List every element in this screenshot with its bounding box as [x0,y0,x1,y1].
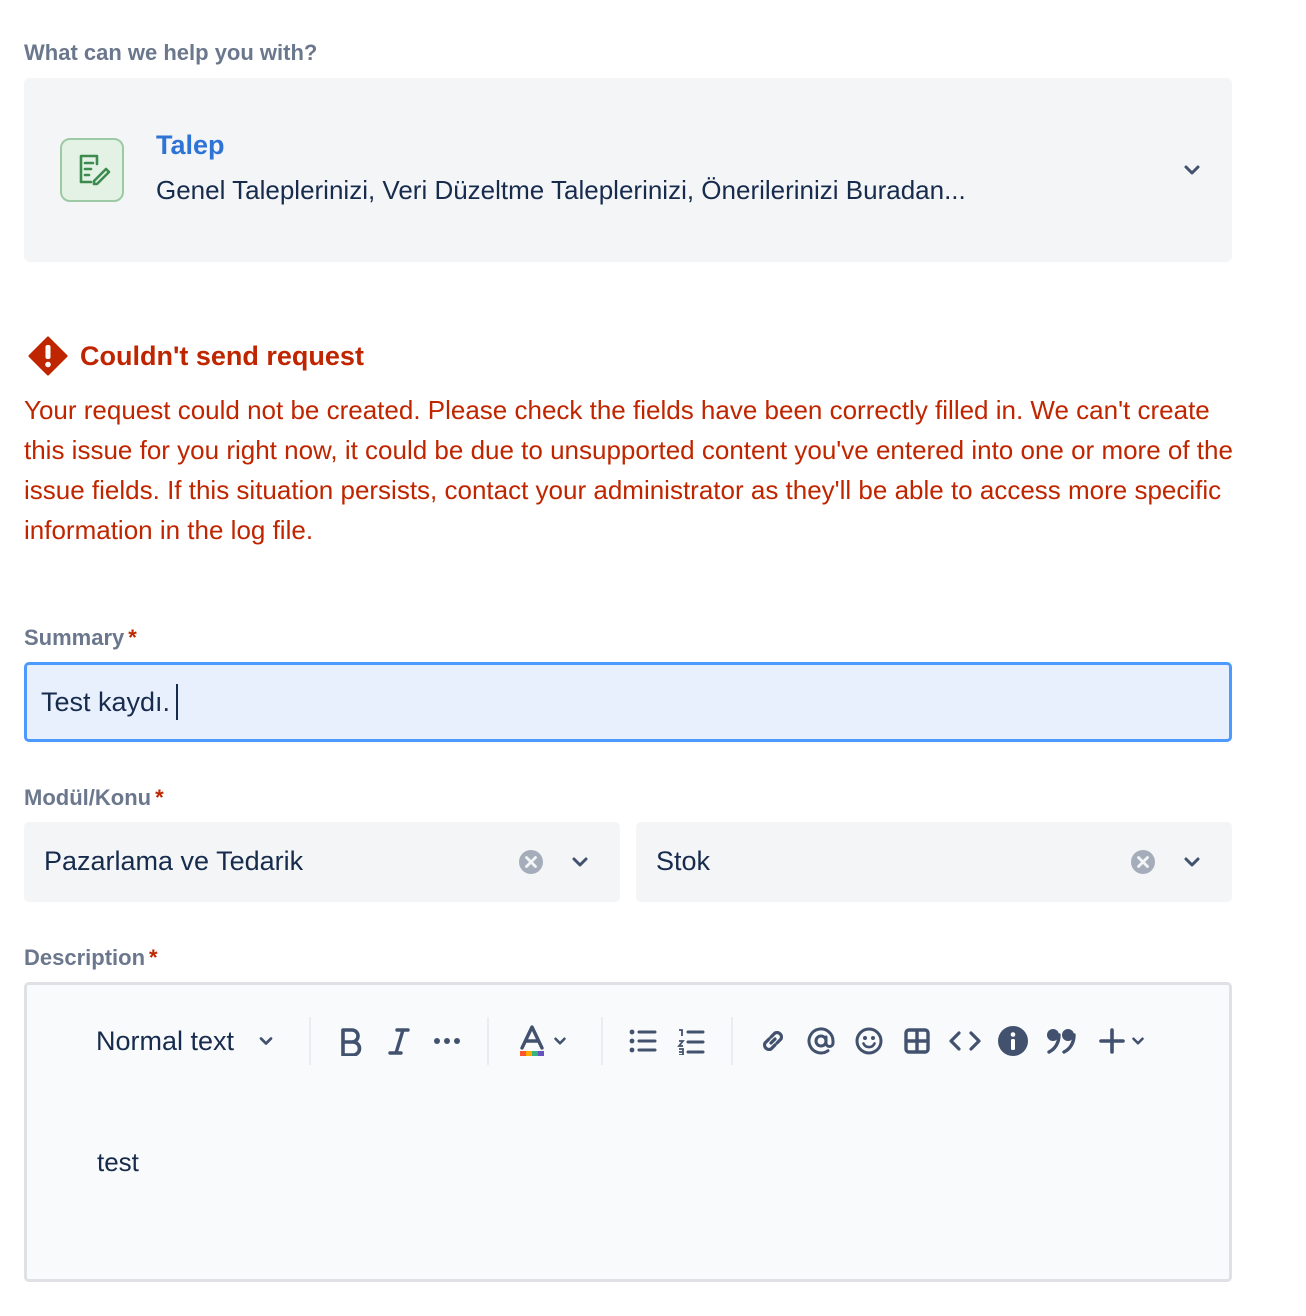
error-message: Your request could not be created. Pleas… [24,395,1233,545]
numbered-list-icon [677,1029,705,1055]
chevron-down-icon[interactable] [1180,158,1204,182]
text-style-label: Normal text [95,1025,235,1056]
emoji-icon [855,1027,883,1055]
request-type-select[interactable]: Talep Genel Taleplerinizi, Veri Düzeltme… [24,78,1232,262]
chevron-down-icon [554,1037,566,1045]
emoji-button[interactable] [849,1013,889,1069]
modul-label: Modül/Konu * [24,785,164,810]
toolbar-divider [487,1017,489,1065]
table-icon [904,1028,930,1054]
table-button[interactable] [897,1013,937,1069]
mention-button[interactable] [801,1013,841,1069]
more-formatting-button[interactable] [427,1013,467,1069]
link-icon [762,1030,784,1052]
summary-input[interactable] [24,662,1232,742]
error-title: Couldn't send request [80,341,364,371]
required-mark: * [149,945,158,970]
clear-icon[interactable] [518,849,544,875]
italic-button[interactable] [379,1013,419,1069]
summary-label: Summary * [24,625,137,650]
text-color-icon [520,1025,544,1056]
error-diamond-icon [28,336,68,376]
required-mark: * [128,625,137,650]
bold-button[interactable] [331,1013,371,1069]
required-mark: * [155,785,164,810]
modul-select-value: Pazarlama ve Tedarik [44,846,304,876]
info-panel-button[interactable] [993,1013,1033,1069]
code-icon [949,1031,981,1051]
link-button[interactable] [753,1013,793,1069]
text-caret [176,684,178,720]
more-icon [434,1038,460,1044]
chevron-down-icon [259,1037,273,1045]
mention-icon [807,1027,835,1055]
konu-select-value: Stok [656,846,711,876]
request-type-description: Genel Taleplerinizi, Veri Düzeltme Talep… [156,175,966,205]
request-type-label: What can we help you with? [24,40,318,65]
toolbar-divider [601,1017,603,1065]
text-style-dropdown[interactable]: Normal text [91,1013,281,1069]
chevron-down-icon[interactable] [1180,850,1204,874]
toolbar-divider [309,1017,311,1065]
description-content[interactable]: test [97,1147,139,1178]
insert-button[interactable] [1093,1013,1153,1069]
bullet-list-icon [629,1029,657,1053]
numbered-list-button[interactable] [671,1013,711,1069]
toolbar-divider [731,1017,733,1065]
info-icon [998,1026,1028,1056]
text-color-button[interactable] [511,1013,575,1069]
request-type-title: Talep [156,130,225,160]
italic-icon [388,1028,410,1055]
konu-select[interactable]: Stok [636,822,1232,902]
code-button[interactable] [945,1013,985,1069]
clear-icon[interactable] [1130,849,1156,875]
edit-document-icon [60,138,124,202]
quote-button[interactable] [1041,1013,1081,1069]
modul-select[interactable]: Pazarlama ve Tedarik [24,822,620,902]
description-editor[interactable]: Normal text test [24,982,1232,1282]
bold-icon [341,1028,362,1056]
chevron-down-icon [1132,1037,1144,1045]
insert-icon [1099,1028,1125,1054]
chevron-down-icon[interactable] [568,850,592,874]
quote-icon [1047,1029,1076,1054]
bullet-list-button[interactable] [623,1013,663,1069]
description-label: Description * [24,945,158,970]
